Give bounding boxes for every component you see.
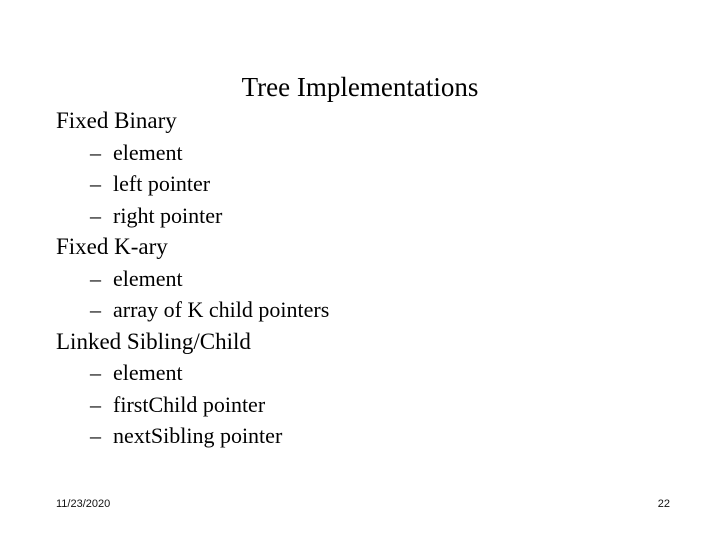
dash-bullet-icon: –: [90, 171, 101, 196]
dash-bullet-icon: –: [90, 297, 101, 322]
outline-body: Fixed Binary – element – left pointer – rig…: [56, 105, 676, 452]
outline-item-label: element: [113, 265, 183, 291]
outline-item-label: firstChild pointer: [113, 391, 266, 417]
dash-bullet-icon: –: [90, 139, 101, 165]
outline-item-level2: – element: [56, 137, 676, 169]
outline-item-level2: – right pointer: [56, 200, 676, 232]
outline-item-label: Linked Sibling/Child: [56, 328, 251, 354]
footer-page-number: 22: [657, 498, 670, 510]
outline-item-label: element: [113, 360, 183, 385]
outline-item-level1: Fixed Binary: [56, 105, 676, 137]
outline-item-level2: – left pointer: [56, 168, 676, 200]
outline-item-level2: – element: [56, 357, 676, 389]
dash-bullet-icon: –: [90, 423, 101, 448]
dash-bullet-icon: –: [90, 202, 101, 228]
outline-item-label: array of K child pointers: [113, 297, 330, 322]
slide: Tree Implementations Fixed Binary – eleme…: [0, 0, 720, 540]
slide-footer: 11/23/2020 22: [56, 495, 670, 513]
outline-item-label: left pointer: [113, 171, 211, 196]
outline-item-level2: – element: [56, 263, 676, 295]
footer-date: 11/23/2020: [56, 498, 111, 510]
outline-item-label: Fixed Binary: [56, 108, 177, 133]
dash-bullet-icon: –: [90, 360, 101, 385]
outline-item-level1: Fixed K-ary: [56, 231, 676, 263]
outline-item-label: element: [113, 139, 183, 165]
dash-bullet-icon: –: [90, 391, 101, 417]
outline-item-level2: – firstChild pointer: [56, 389, 676, 421]
outline-item-level2: – nextSibling pointer: [56, 420, 676, 452]
dash-bullet-icon: –: [90, 265, 101, 291]
outline-item-level1: Linked Sibling/Child: [56, 326, 676, 358]
outline-item-level2: – array of K child pointers: [56, 294, 676, 326]
outline-item-label: Fixed K-ary: [56, 234, 168, 259]
outline-item-label: nextSibling pointer: [113, 423, 283, 448]
page-title: Tree Implementations: [241, 72, 479, 103]
outline-item-label: right pointer: [113, 202, 223, 228]
